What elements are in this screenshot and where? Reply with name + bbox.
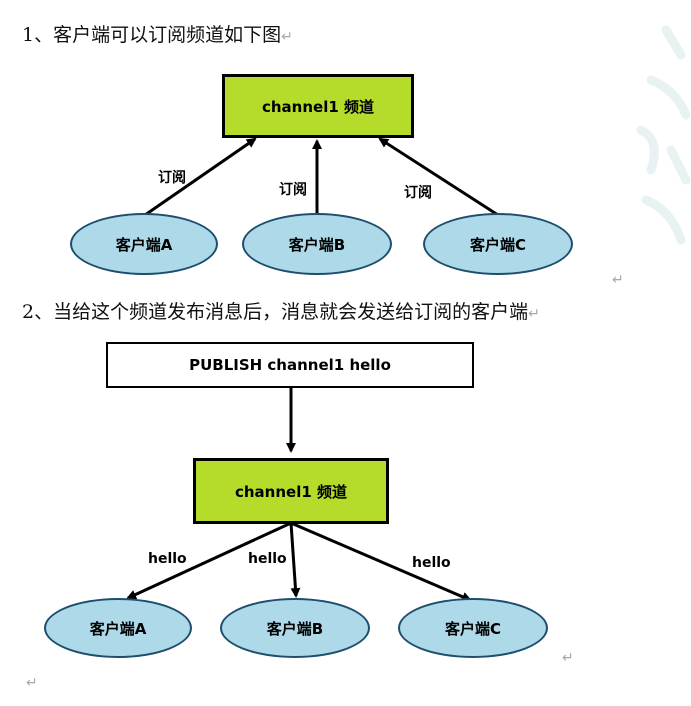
paragraph-mark: ↵ [612,272,624,288]
client-b-node-section2: 客户端B [220,598,370,658]
client-a-node-section2: 客户端A [44,598,192,658]
paragraph-mark: ↵ [26,675,38,691]
section2-heading: 2、当给这个频道发布消息后，消息就会发送给订阅的客户端↵ [22,301,540,323]
deliver-arrow-b [289,522,301,598]
subscribe-arrow-c [378,137,499,217]
edge-label-subscribe-a: 订阅 [158,170,186,186]
channel-box-section2: channel1 频道 [193,458,389,524]
publish-command-box: PUBLISH channel1 hello [106,342,474,388]
paragraph-mark: ↵ [562,650,574,666]
edge-label-hello-b: hello [248,551,287,567]
edge-label-hello-a: hello [148,551,187,567]
edge-label-subscribe-c: 订阅 [404,185,432,201]
edge-label-subscribe-b: 订阅 [279,182,307,198]
client-c-node-section1: 客户端C [423,213,573,275]
client-b-node-section1: 客户端B [242,213,392,275]
client-a-node-section1: 客户端A [70,213,218,275]
client-c-node-section2: 客户端C [398,598,548,658]
channel-box-section1: channel1 频道 [222,74,414,138]
edge-label-hello-c: hello [412,555,451,571]
